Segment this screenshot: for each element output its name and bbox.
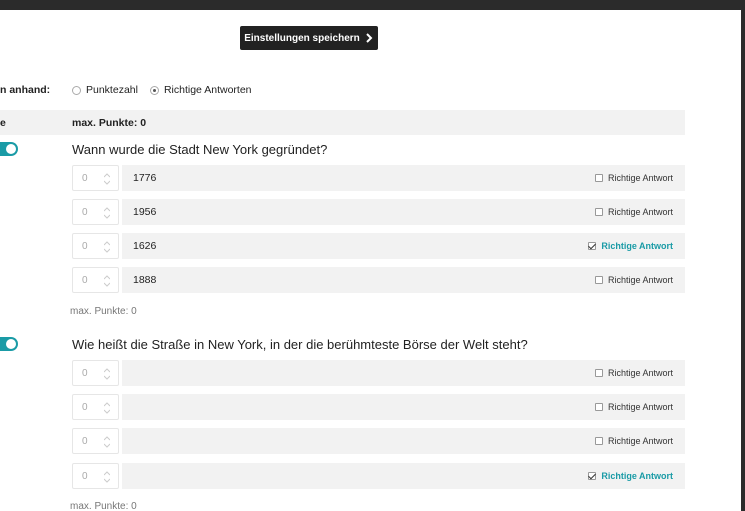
points-input[interactable]: 0 xyxy=(72,360,119,386)
points-input[interactable]: 0 xyxy=(72,463,119,489)
correct-answer-checkbox[interactable]: Richtige Antwort xyxy=(594,267,673,293)
spinner-icon[interactable] xyxy=(104,470,110,484)
max-points-label: max. Punkte: 0 xyxy=(70,306,137,317)
checkbox[interactable] xyxy=(594,276,603,284)
radio-richtige-antworten[interactable] xyxy=(149,85,159,95)
evaluation-label: n anhand: xyxy=(0,84,51,96)
points-input[interactable]: 0 xyxy=(72,233,119,259)
points-input[interactable]: 0 xyxy=(72,394,119,420)
radio-label: Punktezahl xyxy=(86,84,138,96)
spinner-icon[interactable] xyxy=(104,401,110,415)
correct-answer-checkbox[interactable]: Richtige Antwort xyxy=(594,428,673,454)
points-input[interactable]: 0 xyxy=(72,199,119,225)
save-settings-label: Einstellungen speichern xyxy=(244,32,360,44)
save-settings-button[interactable]: Einstellungen speichern xyxy=(240,26,378,50)
correct-answer-checkbox[interactable]: Richtige Antwort xyxy=(588,233,673,259)
question-toggle[interactable] xyxy=(0,142,18,156)
answer-row: 0 Richtige Antwort xyxy=(72,463,685,489)
question-title: Wann wurde die Stadt New York gegründet? xyxy=(72,142,328,157)
evaluation-mode-row: n anhand: Punktezahl Richtige Antworten xyxy=(0,82,264,98)
checkbox-checked[interactable] xyxy=(588,242,597,250)
checkbox[interactable] xyxy=(594,174,603,182)
answer-row: 0 Richtige Antwort xyxy=(72,428,685,454)
radio-option-punktezahl[interactable]: Punktezahl xyxy=(72,84,138,96)
correct-answer-checkbox[interactable]: Richtige Antwort xyxy=(594,360,673,386)
header-max-points: max. Punkte: 0 xyxy=(72,116,147,129)
header-left-label: e xyxy=(0,116,6,129)
answer-row: 0 1956 Richtige Antwort xyxy=(72,199,685,225)
questions-header-bar: e max. Punkte: 0 xyxy=(0,110,685,135)
spinner-icon[interactable] xyxy=(104,240,110,254)
checkbox-checked[interactable] xyxy=(588,472,597,480)
question-toggle[interactable] xyxy=(0,337,18,351)
spinner-icon[interactable] xyxy=(104,274,110,288)
checkbox[interactable] xyxy=(594,403,603,411)
answer-row: 0 Richtige Antwort xyxy=(72,394,685,420)
chevron-right-icon xyxy=(366,33,373,43)
correct-answer-checkbox[interactable]: Richtige Antwort xyxy=(594,394,673,420)
checkbox[interactable] xyxy=(594,437,603,445)
points-input[interactable]: 0 xyxy=(72,428,119,454)
question-title: Wie heißt die Straße in New York, in der… xyxy=(72,337,528,352)
answer-row: 0 1888 Richtige Antwort xyxy=(72,267,685,293)
radio-punktezahl[interactable] xyxy=(72,85,81,95)
quiz-settings-window: Einstellungen speichern n anhand: Punkte… xyxy=(0,10,741,511)
spinner-icon[interactable] xyxy=(104,172,110,186)
radio-option-richtige-antworten[interactable]: Richtige Antworten xyxy=(149,84,252,96)
answer-row: 0 Richtige Antwort xyxy=(72,360,685,386)
answer-row: 0 1626 Richtige Antwort xyxy=(72,233,685,259)
checkbox[interactable] xyxy=(594,208,603,216)
max-points-label: max. Punkte: 0 xyxy=(70,501,137,511)
points-input[interactable]: 0 xyxy=(72,267,119,293)
checkbox[interactable] xyxy=(594,369,603,377)
correct-answer-checkbox[interactable]: Richtige Antwort xyxy=(594,199,673,225)
spinner-icon[interactable] xyxy=(104,206,110,220)
spinner-icon[interactable] xyxy=(104,367,110,381)
spinner-icon[interactable] xyxy=(104,435,110,449)
answer-row: 0 1776 Richtige Antwort xyxy=(72,165,685,191)
correct-answer-checkbox[interactable]: Richtige Antwort xyxy=(588,463,673,489)
correct-answer-checkbox[interactable]: Richtige Antwort xyxy=(594,165,673,191)
radio-label: Richtige Antworten xyxy=(163,84,252,96)
points-input[interactable]: 0 xyxy=(72,165,119,191)
